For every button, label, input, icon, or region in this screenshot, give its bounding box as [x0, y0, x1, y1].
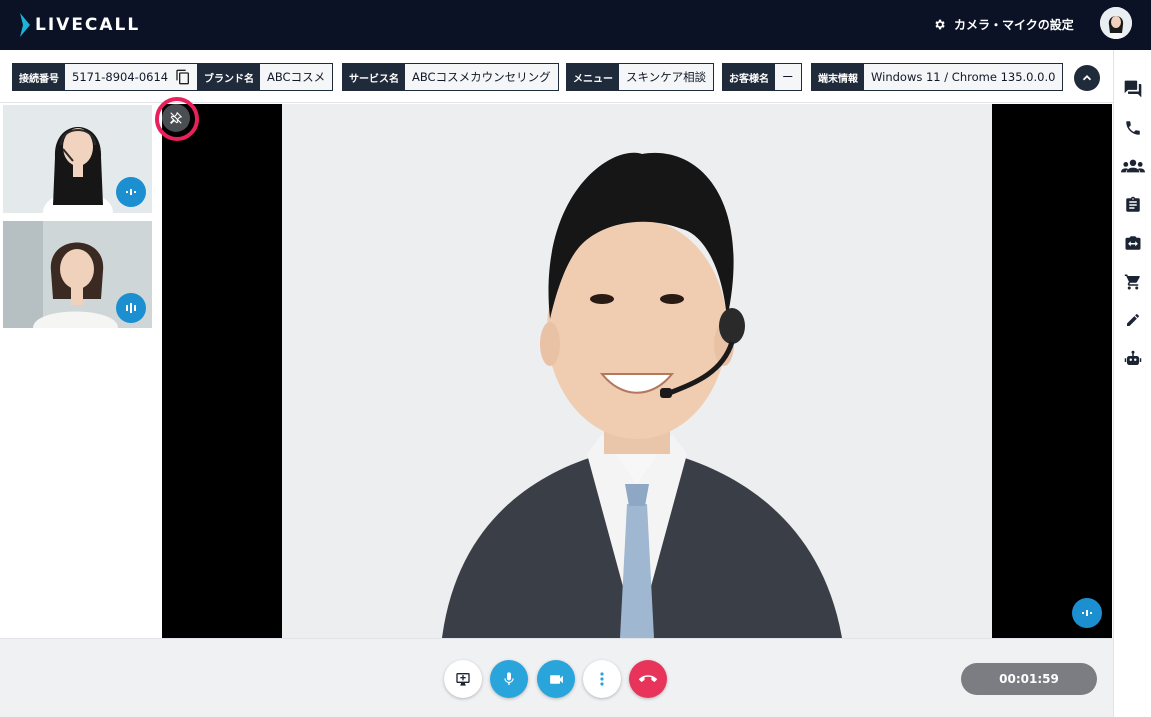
- audio-level-icon: [126, 189, 136, 195]
- camera-mic-settings-button[interactable]: カメラ・マイクの設定: [933, 16, 1074, 33]
- connection-number-tag: 接続番号 5171-8904-0614: [12, 63, 199, 91]
- main-audio-indicator: [1072, 598, 1102, 628]
- user-avatar[interactable]: [1100, 7, 1132, 39]
- cart-icon: [1124, 274, 1140, 290]
- settings-label: カメラ・マイクの設定: [954, 18, 1074, 32]
- right-tool-rail: [1113, 50, 1151, 717]
- device-label: 端末情報: [812, 64, 864, 90]
- clipboard-icon: [1126, 196, 1140, 212]
- participant-thumbnail-customer[interactable]: [3, 221, 152, 328]
- copy-icon[interactable]: [175, 64, 191, 90]
- pencil-icon: [1127, 313, 1139, 326]
- audio-level-icon: [126, 303, 136, 313]
- chevron-up-icon: [1082, 75, 1092, 81]
- gear-icon: [935, 19, 945, 30]
- connection-number-label: 接続番号: [13, 64, 65, 90]
- clipboard-button[interactable]: [1121, 193, 1145, 217]
- logo-text: LIVECALL: [35, 15, 141, 35]
- audio-level-icon: [1082, 610, 1092, 616]
- video-camera-icon: [549, 674, 563, 684]
- main-video-image: [282, 104, 992, 638]
- bot-button[interactable]: [1121, 347, 1145, 371]
- edit-button[interactable]: [1121, 308, 1145, 332]
- microphone-button[interactable]: [490, 660, 528, 698]
- screen-share-icon: [456, 673, 470, 686]
- cart-button[interactable]: [1121, 270, 1145, 294]
- more-options-button[interactable]: [583, 660, 621, 698]
- hang-up-icon: [639, 675, 657, 682]
- connection-number-value: 5171-8904-0614: [72, 70, 169, 84]
- logo-mark-icon: [20, 13, 30, 37]
- brand-tag: ブランド名 ABCコスメ: [197, 63, 334, 91]
- unpin-icon: [170, 111, 183, 124]
- phone-icon: [1126, 121, 1140, 135]
- thumbnail-audio-indicator: [116, 293, 146, 323]
- chat-button[interactable]: [1121, 77, 1145, 101]
- menu-tag: メニュー スキンケア相談: [566, 63, 715, 91]
- device-value: Windows 11 / Chrome 135.0.0.0: [871, 70, 1056, 84]
- session-info-bar: 接続番号 5171-8904-0614 ブランド名 ABCコスメ サービス名 A…: [0, 50, 1113, 103]
- customer-label: お客様名: [723, 64, 775, 90]
- service-tag: サービス名 ABCコスメカウンセリング: [342, 63, 559, 91]
- participant-thumbnail-operator[interactable]: [3, 105, 152, 213]
- pin-highlight-ring: [155, 97, 199, 141]
- microphone-icon: [504, 672, 514, 685]
- customer-value: ー: [782, 70, 794, 84]
- customer-tag: お客様名 ー: [722, 63, 802, 91]
- top-header: LIVECALL カメラ・マイクの設定: [0, 0, 1151, 50]
- thumbnail-audio-indicator: [116, 177, 146, 207]
- hang-up-button[interactable]: [629, 660, 667, 698]
- unpin-button[interactable]: [162, 104, 190, 132]
- main-video-stage: [155, 97, 1112, 638]
- avatar-image: [1100, 7, 1132, 39]
- video-camera-button[interactable]: [537, 660, 575, 698]
- service-value: ABCコスメカウンセリング: [412, 70, 551, 84]
- brand-label: ブランド名: [198, 64, 260, 90]
- participant-thumbnails: [0, 104, 162, 638]
- call-timer: 00:01:59: [961, 663, 1097, 695]
- camera-switch-icon: [1125, 236, 1141, 250]
- participants-button[interactable]: [1121, 154, 1145, 178]
- brand-value: ABCコスメ: [267, 70, 326, 84]
- service-label: サービス名: [343, 64, 405, 90]
- screen-share-button[interactable]: [444, 660, 482, 698]
- collapse-info-button[interactable]: [1074, 65, 1100, 91]
- robot-icon: [1124, 350, 1142, 365]
- phone-button[interactable]: [1121, 116, 1145, 140]
- menu-label: メニュー: [567, 64, 619, 90]
- app-logo[interactable]: LIVECALL: [18, 12, 140, 38]
- chat-icon: [1124, 80, 1142, 98]
- camera-switch-button[interactable]: [1121, 231, 1145, 255]
- group-icon: [1121, 159, 1145, 173]
- more-vertical-icon: [600, 672, 604, 686]
- main-participant-video: [282, 104, 992, 638]
- menu-value: スキンケア相談: [626, 70, 707, 84]
- call-control-bar: 00:01:59: [0, 638, 1113, 717]
- device-tag: 端末情報 Windows 11 / Chrome 135.0.0.0: [811, 63, 1064, 91]
